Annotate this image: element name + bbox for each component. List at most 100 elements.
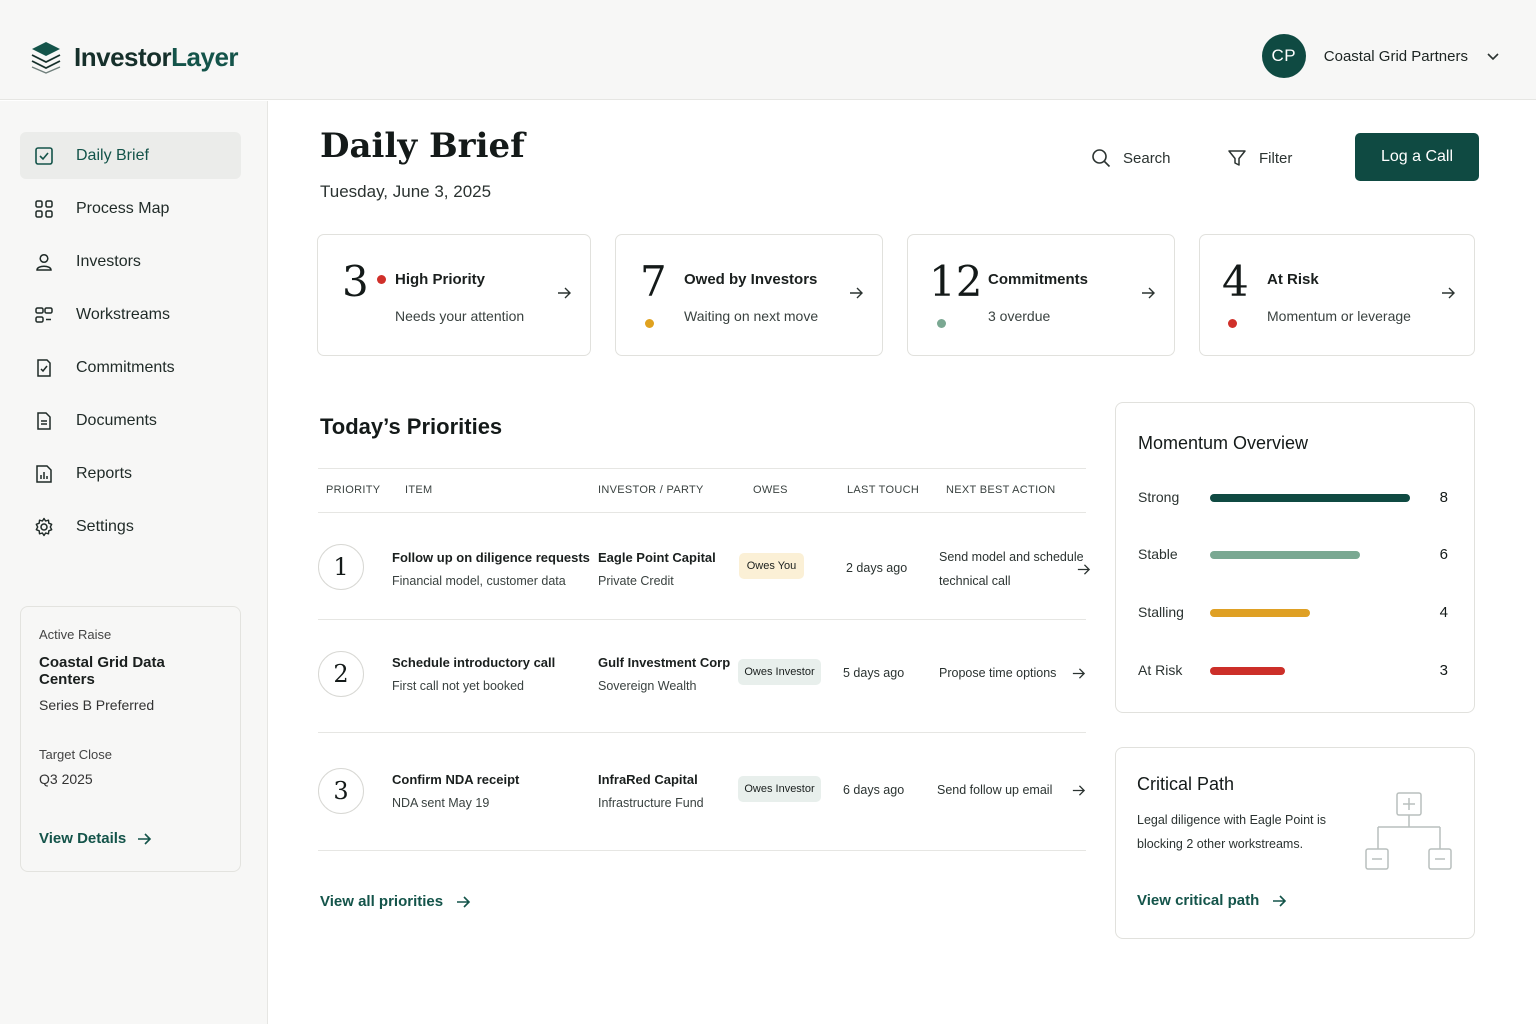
sidebar-item-investors[interactable]: Investors	[20, 238, 241, 285]
party-type: Private Credit	[598, 574, 674, 588]
stat-card-owed-by-investors[interactable]: 7 Owed by Investors Waiting on next move	[615, 234, 883, 356]
arrow-right-icon[interactable]	[1076, 562, 1091, 577]
momentum-label-stalling: Stalling	[1138, 604, 1184, 620]
grid-icon	[35, 199, 53, 218]
item-subtitle: NDA sent May 19	[392, 796, 490, 810]
arrow-right-icon[interactable]	[1071, 666, 1086, 681]
momentum-bar-strong	[1210, 494, 1410, 502]
raise-series: Series B Preferred	[39, 697, 155, 713]
momentum-value: 6	[1439, 546, 1448, 563]
sidebar-item-label: Reports	[76, 464, 133, 482]
view-all-priorities-link[interactable]: View all priorities	[320, 893, 471, 910]
party-name: Eagle Point Capital	[598, 550, 716, 565]
action-line: Send model and schedule	[939, 550, 1084, 564]
party-type: Infrastructure Fund	[598, 796, 704, 810]
view-critical-path-label: View critical path	[1137, 892, 1260, 909]
item-title: Confirm NDA receipt	[392, 772, 520, 787]
commitment-doc-icon	[37, 358, 51, 377]
stat-subtitle: 3 overdue	[988, 308, 1051, 324]
momentum-label-stable: Stable	[1138, 546, 1178, 562]
sidebar-item-label: Investors	[76, 252, 141, 270]
next-best-action: Propose time options	[939, 666, 1057, 680]
column-header-owes: OWES	[753, 484, 788, 496]
table-divider	[318, 732, 1086, 733]
arrow-right-icon	[1142, 287, 1155, 299]
view-details-link[interactable]: View Details	[39, 830, 152, 847]
active-raise-label: Active Raise	[39, 627, 112, 642]
owes-badge: Owes You	[739, 553, 804, 579]
logo[interactable]: InvestorLayer	[30, 40, 239, 74]
sidebar-item-daily-brief[interactable]: Daily Brief	[20, 132, 241, 179]
owes-badge: Owes Investor	[738, 776, 821, 802]
stat-card-at-risk[interactable]: 4 At Risk Momentum or leverage	[1199, 234, 1475, 356]
stat-title: At Risk	[1267, 271, 1319, 288]
stat-card-commitments[interactable]: 12 Commitments 3 overdue	[907, 234, 1175, 356]
momentum-bar-at-risk	[1210, 667, 1285, 675]
column-header-item: ITEM	[405, 484, 433, 496]
sidebar-item-documents[interactable]: Documents	[20, 397, 241, 444]
item-subtitle: Financial model, customer data	[392, 574, 566, 588]
sidebar-item-workstreams[interactable]: Workstreams	[20, 291, 241, 338]
sidebar-item-label: Commitments	[76, 358, 175, 376]
stat-subtitle: Momentum or leverage	[1267, 308, 1411, 324]
status-dot	[377, 275, 386, 284]
stat-subtitle: Waiting on next move	[684, 308, 819, 324]
table-divider	[318, 468, 1086, 469]
owes-badge: Owes Investor	[738, 659, 821, 685]
top-bar: InvestorLayer CP Coastal Grid Partners	[0, 0, 1536, 100]
document-icon	[37, 411, 51, 430]
table-divider	[318, 512, 1086, 513]
status-dot	[645, 319, 654, 328]
sidebar-item-reports[interactable]: Reports	[20, 450, 241, 497]
search-label: Search	[1123, 149, 1171, 167]
description-line: blocking 2 other workstreams.	[1137, 837, 1304, 851]
account-menu[interactable]: CP Coastal Grid Partners	[1261, 34, 1500, 78]
report-icon	[36, 464, 52, 483]
target-close-label: Target Close	[39, 747, 112, 762]
brand-name: InvestorLayer	[74, 41, 239, 72]
sidebar-item-settings[interactable]: Settings	[20, 503, 241, 550]
sidebar-item-label: Workstreams	[76, 305, 170, 323]
arrow-right-icon	[138, 832, 152, 845]
avatar[interactable]: CP	[1261, 34, 1306, 78]
column-header-last-touch: LAST TOUCH	[847, 484, 920, 496]
momentum-value: 4	[1439, 604, 1448, 621]
momentum-label-at-risk: At Risk	[1138, 662, 1183, 678]
arrow-right-icon	[558, 287, 571, 299]
arrow-right-icon[interactable]	[1071, 783, 1086, 798]
description-line: Legal diligence with Eagle Point is	[1137, 813, 1327, 827]
critical-path-title: Critical Path	[1137, 774, 1235, 794]
view-critical-path-link[interactable]: View critical path	[1137, 892, 1287, 909]
sidebar: Daily Brief Process Map Investors Workst…	[0, 101, 268, 1024]
next-best-action: Send follow up email	[937, 783, 1053, 797]
checkbox-icon	[35, 146, 53, 165]
priority-rank: 3	[318, 768, 364, 814]
column-header-investor: INVESTOR / PARTY	[598, 484, 704, 496]
item-title: Schedule introductory call	[392, 655, 556, 670]
arrow-right-icon	[1442, 287, 1455, 299]
sidebar-item-commitments[interactable]: Commitments	[20, 344, 241, 391]
sidebar-item-label: Process Map	[76, 199, 170, 217]
filter-button[interactable]: Filter	[1227, 148, 1292, 168]
party-type: Sovereign Wealth	[598, 679, 697, 693]
filter-icon	[1228, 150, 1246, 166]
party-name: InfraRed Capital	[598, 772, 698, 787]
account-name: Coastal Grid Partners	[1323, 47, 1468, 65]
last-touch: 6 days ago	[843, 783, 905, 797]
stat-card-high-priority[interactable]: 3 High Priority Needs your attention	[317, 234, 591, 356]
last-touch: 2 days ago	[846, 561, 908, 575]
sidebar-item-label: Daily Brief	[76, 146, 149, 164]
priorities-title: Today’s Priorities	[320, 414, 503, 439]
search-button[interactable]: Search	[1091, 148, 1171, 168]
filter-label: Filter	[1259, 149, 1293, 167]
momentum-value: 3	[1439, 662, 1448, 679]
priority-rank: 2	[318, 651, 364, 697]
log-call-button[interactable]: Log a Call	[1355, 133, 1479, 181]
arrow-right-icon	[850, 287, 863, 299]
stat-number: 7	[640, 257, 667, 306]
chevron-down-icon[interactable]	[1486, 49, 1500, 63]
sidebar-item-process-map[interactable]: Process Map	[20, 185, 241, 232]
sidebar-item-label: Documents	[76, 411, 157, 429]
status-dot	[1228, 319, 1237, 328]
arrow-right-icon	[1273, 894, 1287, 907]
